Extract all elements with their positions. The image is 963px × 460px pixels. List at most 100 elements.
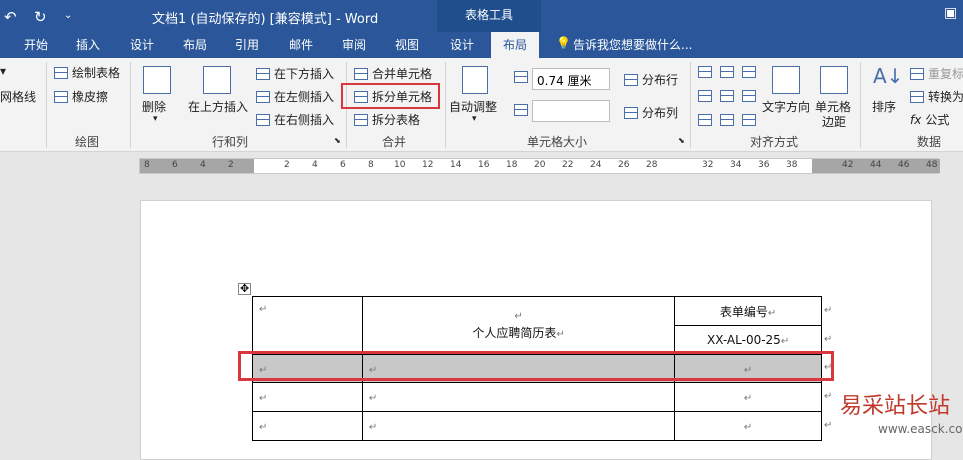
end-of-row-mark: ↵ [824,305,833,316]
delete-button[interactable]: 删除 [142,98,166,115]
lightbulb-icon: 💡 [556,36,571,50]
autofit-dropdown-icon[interactable]: ▾ [472,114,477,124]
group-separator [130,62,131,148]
insert-left-icon [256,90,270,103]
distribute-rows-button[interactable]: 分布行 [624,71,678,88]
align-bottom-left-icon[interactable] [698,114,712,126]
insert-above-button[interactable]: 在上方插入 [188,98,248,115]
text-direction-button[interactable]: 文字方向 [762,98,810,115]
table-row[interactable]: ↵ ↵ ↵ [252,382,822,412]
align-top-left-icon[interactable] [698,66,712,78]
autofit-icon [462,66,488,94]
sort-button[interactable]: 排序 [872,98,896,115]
align-middle-left-icon[interactable] [698,90,712,102]
table-cell[interactable]: ↵ [674,382,822,412]
table-cell[interactable]: ↵ [252,411,363,441]
tab-table-layout[interactable]: 布局 [491,32,540,58]
group-label-data: 数据 [917,135,942,149]
align-middle-center-icon[interactable] [720,90,734,102]
split-cells-highlight [341,83,440,109]
group-separator [860,62,861,148]
formula-button[interactable]: fx 公式 [910,111,949,128]
table-cell[interactable]: ↵ [252,382,363,412]
tab-references[interactable]: 引用 [235,36,259,53]
dialog-launcher-icon[interactable]: ⬊ [334,136,341,145]
align-bottom-right-icon[interactable] [742,114,756,126]
insert-left-button[interactable]: 在左侧插入 [256,88,334,105]
view-gridlines-button[interactable]: 网格线 [0,88,36,105]
text-direction-icon [772,66,800,94]
properties-dropdown[interactable]: ▾ [0,64,6,78]
fx-icon: fx [910,112,922,127]
group-separator [46,62,47,148]
watermark-logo-text: 易采站长站 [840,394,951,419]
horizontal-ruler[interactable]: 8 6 4 2 2 4 6 8 10 12 14 16 18 20 22 24 … [139,158,940,174]
insert-below-icon [256,67,270,80]
tab-layout[interactable]: 布局 [183,36,207,53]
end-of-row-mark: ↵ [824,420,833,431]
row-height-input[interactable]: 0.74 厘米 [532,68,610,90]
insert-right-icon [256,113,270,126]
tab-design[interactable]: 设计 [130,36,154,53]
align-bottom-center-icon[interactable] [720,114,734,126]
form-number-label: 表单编号 [719,304,768,319]
merge-cells-button[interactable]: 合并单元格 [354,65,432,82]
insert-above-icon [203,66,231,94]
table-cell[interactable]: ↵ [674,411,822,441]
delete-dropdown-icon[interactable]: ▾ [153,114,158,124]
distribute-columns-icon [624,106,638,119]
table-title: 个人应聘简历表 [472,325,557,340]
insert-right-button[interactable]: 在右侧插入 [256,111,334,128]
eraser-icon [54,90,68,103]
insert-below-button[interactable]: 在下方插入 [256,65,334,82]
table-cell[interactable]: ↵ [361,382,676,412]
distribute-columns-button[interactable]: 分布列 [624,104,678,121]
align-middle-right-icon[interactable] [742,90,756,102]
convert-icon [910,90,924,103]
distribute-rows-icon [624,73,638,86]
ribbon-display-icon[interactable]: ▣ [944,5,957,21]
tell-me-search[interactable]: 告诉我您想要做什么... [573,36,692,53]
column-width-input[interactable] [532,100,610,122]
pencil-icon [54,66,68,79]
align-top-center-icon[interactable] [720,66,734,78]
split-table-icon [354,113,368,126]
tab-insert[interactable]: 插入 [76,36,100,53]
autofit-button[interactable]: 自动调整 [449,98,497,115]
repeat-header-icon [910,67,924,80]
redo-icon[interactable]: ↻ [34,8,47,26]
tab-table-design[interactable]: 设计 [450,36,474,53]
cell-margins-label-2: 边距 [822,115,847,129]
form-number-value: XX-AL-00-25 [707,333,781,347]
dialog-launcher-icon[interactable]: ⬊ [678,136,685,145]
form-number-label-cell[interactable]: 表单编号↵ [674,296,822,326]
table-cell[interactable]: ↵ [252,296,363,355]
group-label-rows-columns: 行和列 [212,135,249,149]
alignment-grid [698,66,758,130]
convert-to-text-button[interactable]: 转换为 [910,88,963,105]
repeat-header-button[interactable]: 重复标 [910,65,963,82]
cell-margins-icon [820,66,848,94]
draw-table-button[interactable]: 绘制表格 [54,64,120,81]
tab-review[interactable]: 审阅 [342,36,366,53]
table-title-cell[interactable]: ↵ 个人应聘简历表↵ [361,296,676,355]
delete-table-icon [143,66,171,94]
align-top-right-icon[interactable] [742,66,756,78]
row-height-icon [514,71,532,83]
group-separator [445,62,446,148]
merge-cells-icon [354,67,368,80]
table-row[interactable]: ↵ ↵ ↵ [252,411,822,441]
quick-access-dropdown[interactable]: ⌄ [64,10,72,21]
undo-icon[interactable]: ↶ [4,8,17,26]
split-table-button[interactable]: 拆分表格 [354,111,420,128]
table-tools-group: 表格工具 [437,0,541,32]
eraser-button[interactable]: 橡皮擦 [54,88,108,105]
table-cell[interactable]: ↵ [361,411,676,441]
tab-view[interactable]: 视图 [395,36,419,53]
tab-home[interactable]: 开始 [24,36,48,53]
group-label-cell-size: 单元格大小 [527,135,588,149]
tab-mailings[interactable]: 邮件 [289,36,313,53]
watermark-url: www.easck.com [878,422,963,436]
table-move-handle-icon[interactable]: ✥ [238,283,252,295]
group-separator [690,62,691,148]
